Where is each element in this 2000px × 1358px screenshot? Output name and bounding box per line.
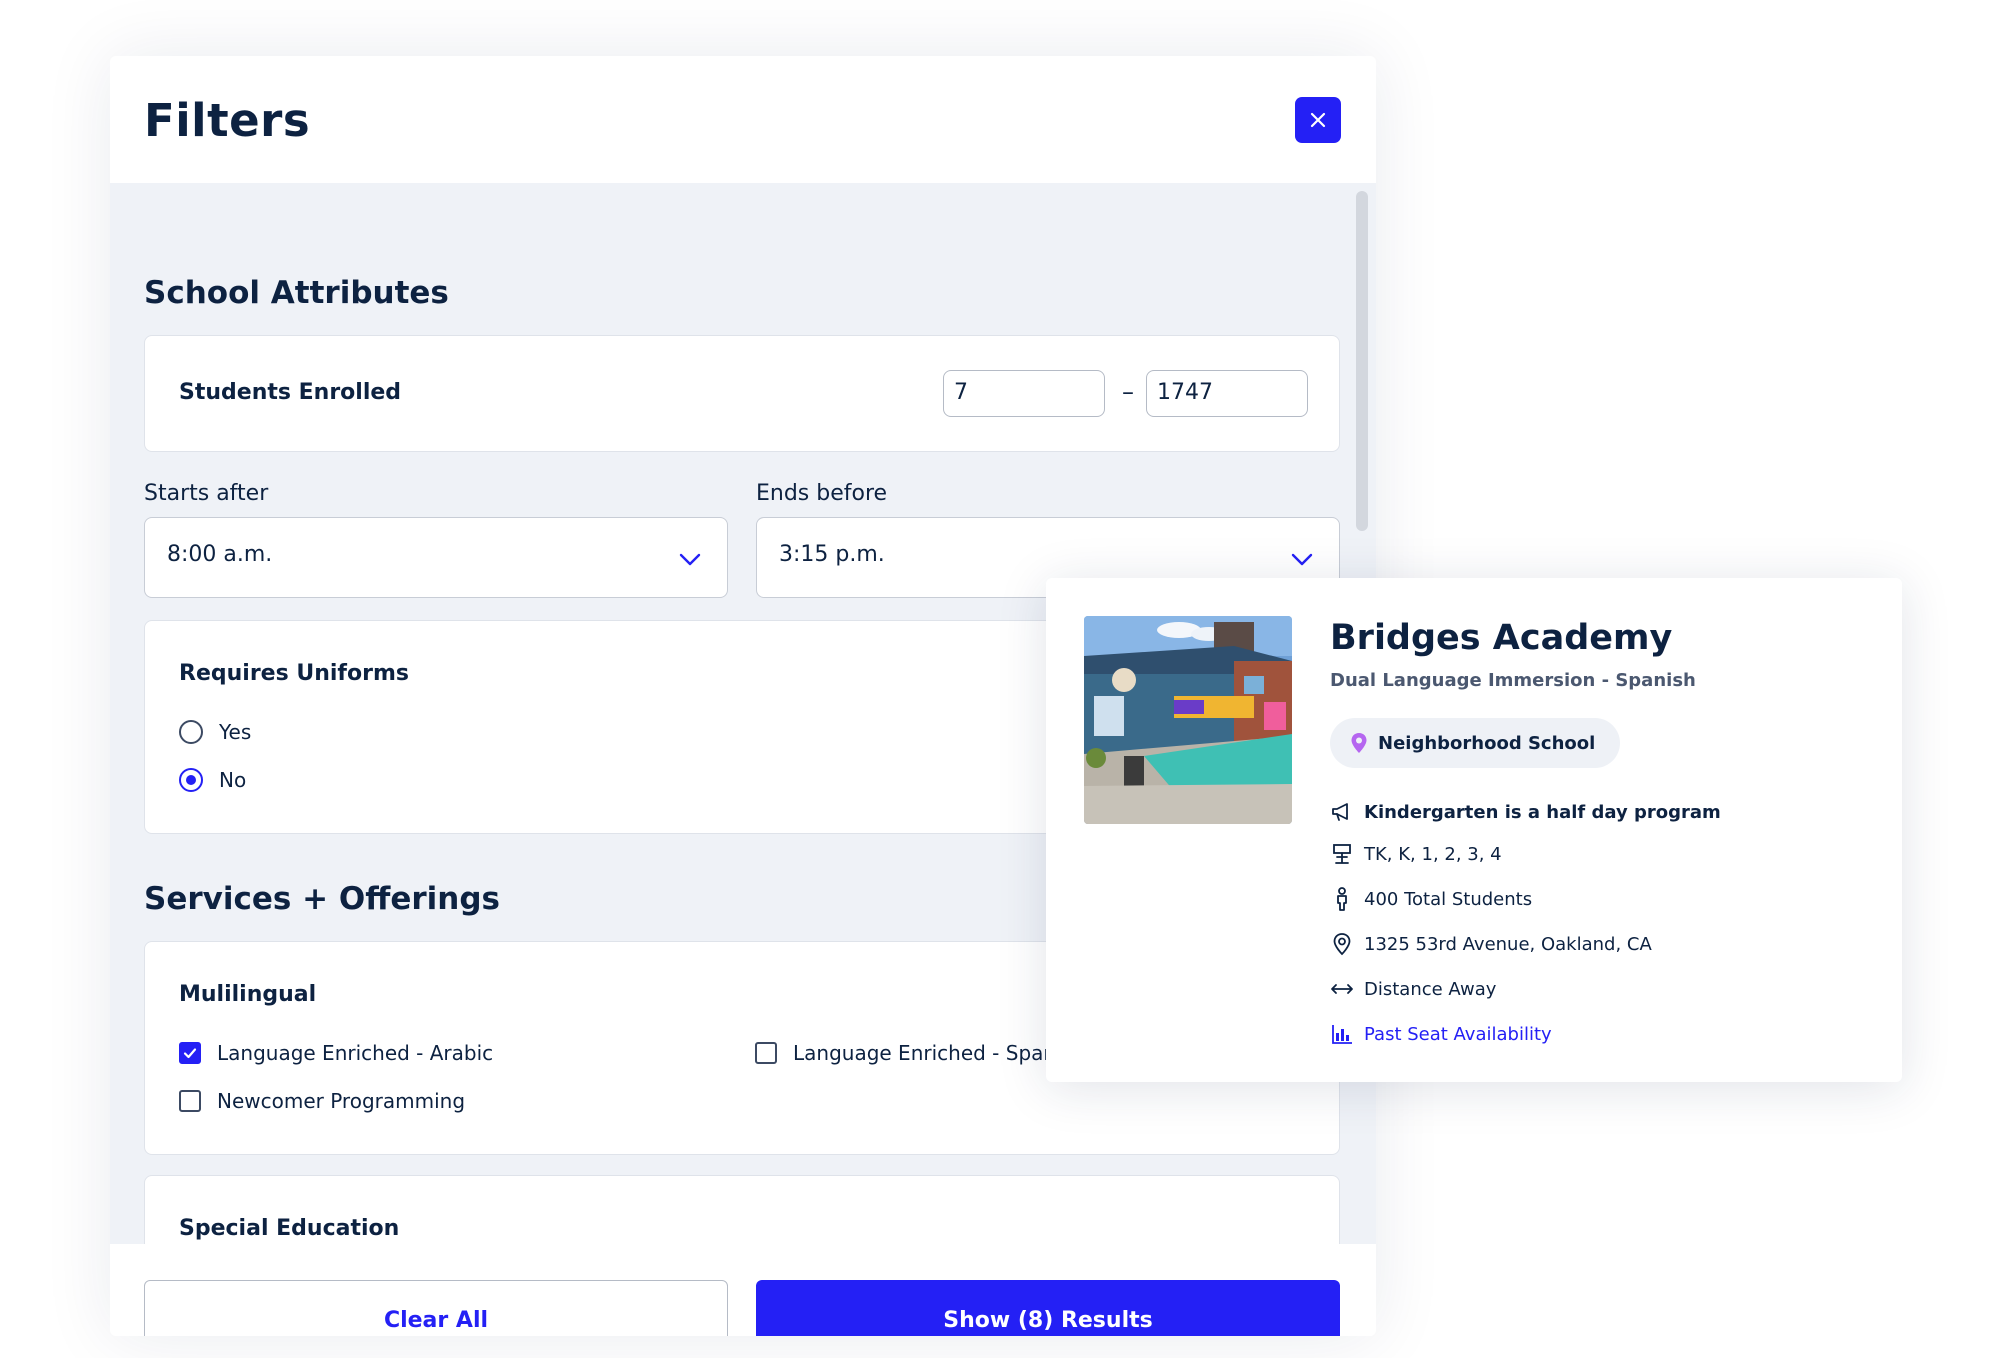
desk-icon bbox=[1330, 842, 1354, 866]
school-name[interactable]: Bridges Academy bbox=[1330, 618, 1672, 658]
grades-text: TK, K, 1, 2, 3, 4 bbox=[1364, 843, 1502, 865]
panel-title: Filters bbox=[144, 94, 311, 147]
school-program: Dual Language Immersion - Spanish bbox=[1330, 670, 1696, 691]
radio-button-selected[interactable] bbox=[179, 768, 203, 792]
checkbox[interactable] bbox=[179, 1090, 201, 1112]
info-address: 1325 53rd Avenue, Oakland, CA bbox=[1330, 932, 1652, 956]
seat-availability-label[interactable]: Past Seat Availability bbox=[1364, 1024, 1552, 1045]
checkbox-checked[interactable] bbox=[179, 1042, 201, 1064]
students-min-input[interactable]: 7 bbox=[943, 370, 1105, 417]
double-arrow-icon bbox=[1330, 977, 1354, 1001]
multilingual-label: Mulilingual bbox=[179, 982, 317, 1007]
neighborhood-school-badge: Neighborhood School bbox=[1330, 718, 1621, 768]
starts-after-value: 8:00 a.m. bbox=[167, 542, 273, 567]
radio-button[interactable] bbox=[179, 720, 203, 744]
panel-footer: Clear All Show (8) Results bbox=[110, 1244, 1376, 1336]
school-card[interactable]: Bridges Academy Dual Language Immersion … bbox=[1046, 578, 1902, 1082]
section-title-services: Services + Offerings bbox=[144, 881, 501, 917]
person-icon bbox=[1330, 887, 1354, 911]
megaphone-icon bbox=[1330, 800, 1354, 824]
special-education-label: Special Education bbox=[179, 1216, 400, 1241]
close-icon bbox=[1310, 112, 1326, 128]
panel-header: Filters bbox=[110, 56, 1376, 183]
checkbox-newcomer[interactable]: Newcomer Programming bbox=[179, 1089, 465, 1113]
scrollbar-thumb[interactable] bbox=[1356, 191, 1368, 531]
starts-after-select[interactable]: 8:00 a.m. bbox=[144, 517, 728, 598]
info-grades: TK, K, 1, 2, 3, 4 bbox=[1330, 842, 1502, 866]
checkbox-label: Language Enriched - Arabic bbox=[217, 1041, 494, 1065]
radio-label: No bbox=[219, 768, 247, 792]
badge-label: Neighborhood School bbox=[1378, 732, 1596, 754]
checkbox-label: Newcomer Programming bbox=[217, 1089, 466, 1113]
radio-label: Yes bbox=[219, 720, 252, 744]
starts-after-label: Starts after bbox=[144, 481, 269, 506]
map-pin-icon bbox=[1351, 733, 1367, 753]
section-title-school-attributes: School Attributes bbox=[144, 275, 449, 311]
chevron-down-icon bbox=[1291, 553, 1313, 566]
info-kindergarten: Kindergarten is a half day program bbox=[1330, 800, 1721, 824]
distance-text: Distance Away bbox=[1364, 978, 1497, 1000]
checkbox-spanish[interactable]: Language Enriched - Spanish bbox=[755, 1041, 1085, 1065]
students-max-input[interactable]: 1747 bbox=[1146, 370, 1308, 417]
chevron-down-icon bbox=[679, 553, 701, 566]
location-pin-icon bbox=[1330, 932, 1354, 956]
close-button[interactable] bbox=[1295, 97, 1341, 143]
special-education-card: Special Education bbox=[144, 1175, 1340, 1244]
checkbox-arabic[interactable]: Language Enriched - Arabic bbox=[179, 1041, 493, 1065]
ends-before-label: Ends before bbox=[756, 481, 888, 506]
info-students: 400 Total Students bbox=[1330, 887, 1532, 911]
uniforms-no-radio[interactable]: No bbox=[179, 768, 246, 792]
students-text: 400 Total Students bbox=[1364, 888, 1533, 910]
seat-availability-link[interactable]: Past Seat Availability bbox=[1330, 1022, 1552, 1046]
bar-chart-icon bbox=[1330, 1022, 1354, 1046]
range-separator: – bbox=[1122, 378, 1134, 406]
address-text: 1325 53rd Avenue, Oakland, CA bbox=[1364, 933, 1652, 955]
checkmark-icon bbox=[183, 1048, 197, 1059]
kindergarten-text: Kindergarten is a half day program bbox=[1364, 801, 1721, 823]
clear-all-button[interactable]: Clear All bbox=[144, 1280, 728, 1336]
show-results-button[interactable]: Show (8) Results bbox=[756, 1280, 1340, 1336]
checkbox-label: Language Enriched - Spanish bbox=[793, 1041, 1085, 1065]
students-enrolled-card: Students Enrolled 7 – 1747 bbox=[144, 335, 1340, 452]
requires-uniforms-label: Requires Uniforms bbox=[179, 661, 409, 686]
checkbox[interactable] bbox=[755, 1042, 777, 1064]
info-distance: Distance Away bbox=[1330, 977, 1496, 1001]
ends-before-value: 3:15 p.m. bbox=[779, 542, 885, 567]
uniforms-yes-radio[interactable]: Yes bbox=[179, 720, 251, 744]
school-photo bbox=[1084, 616, 1292, 824]
students-enrolled-label: Students Enrolled bbox=[179, 380, 402, 405]
